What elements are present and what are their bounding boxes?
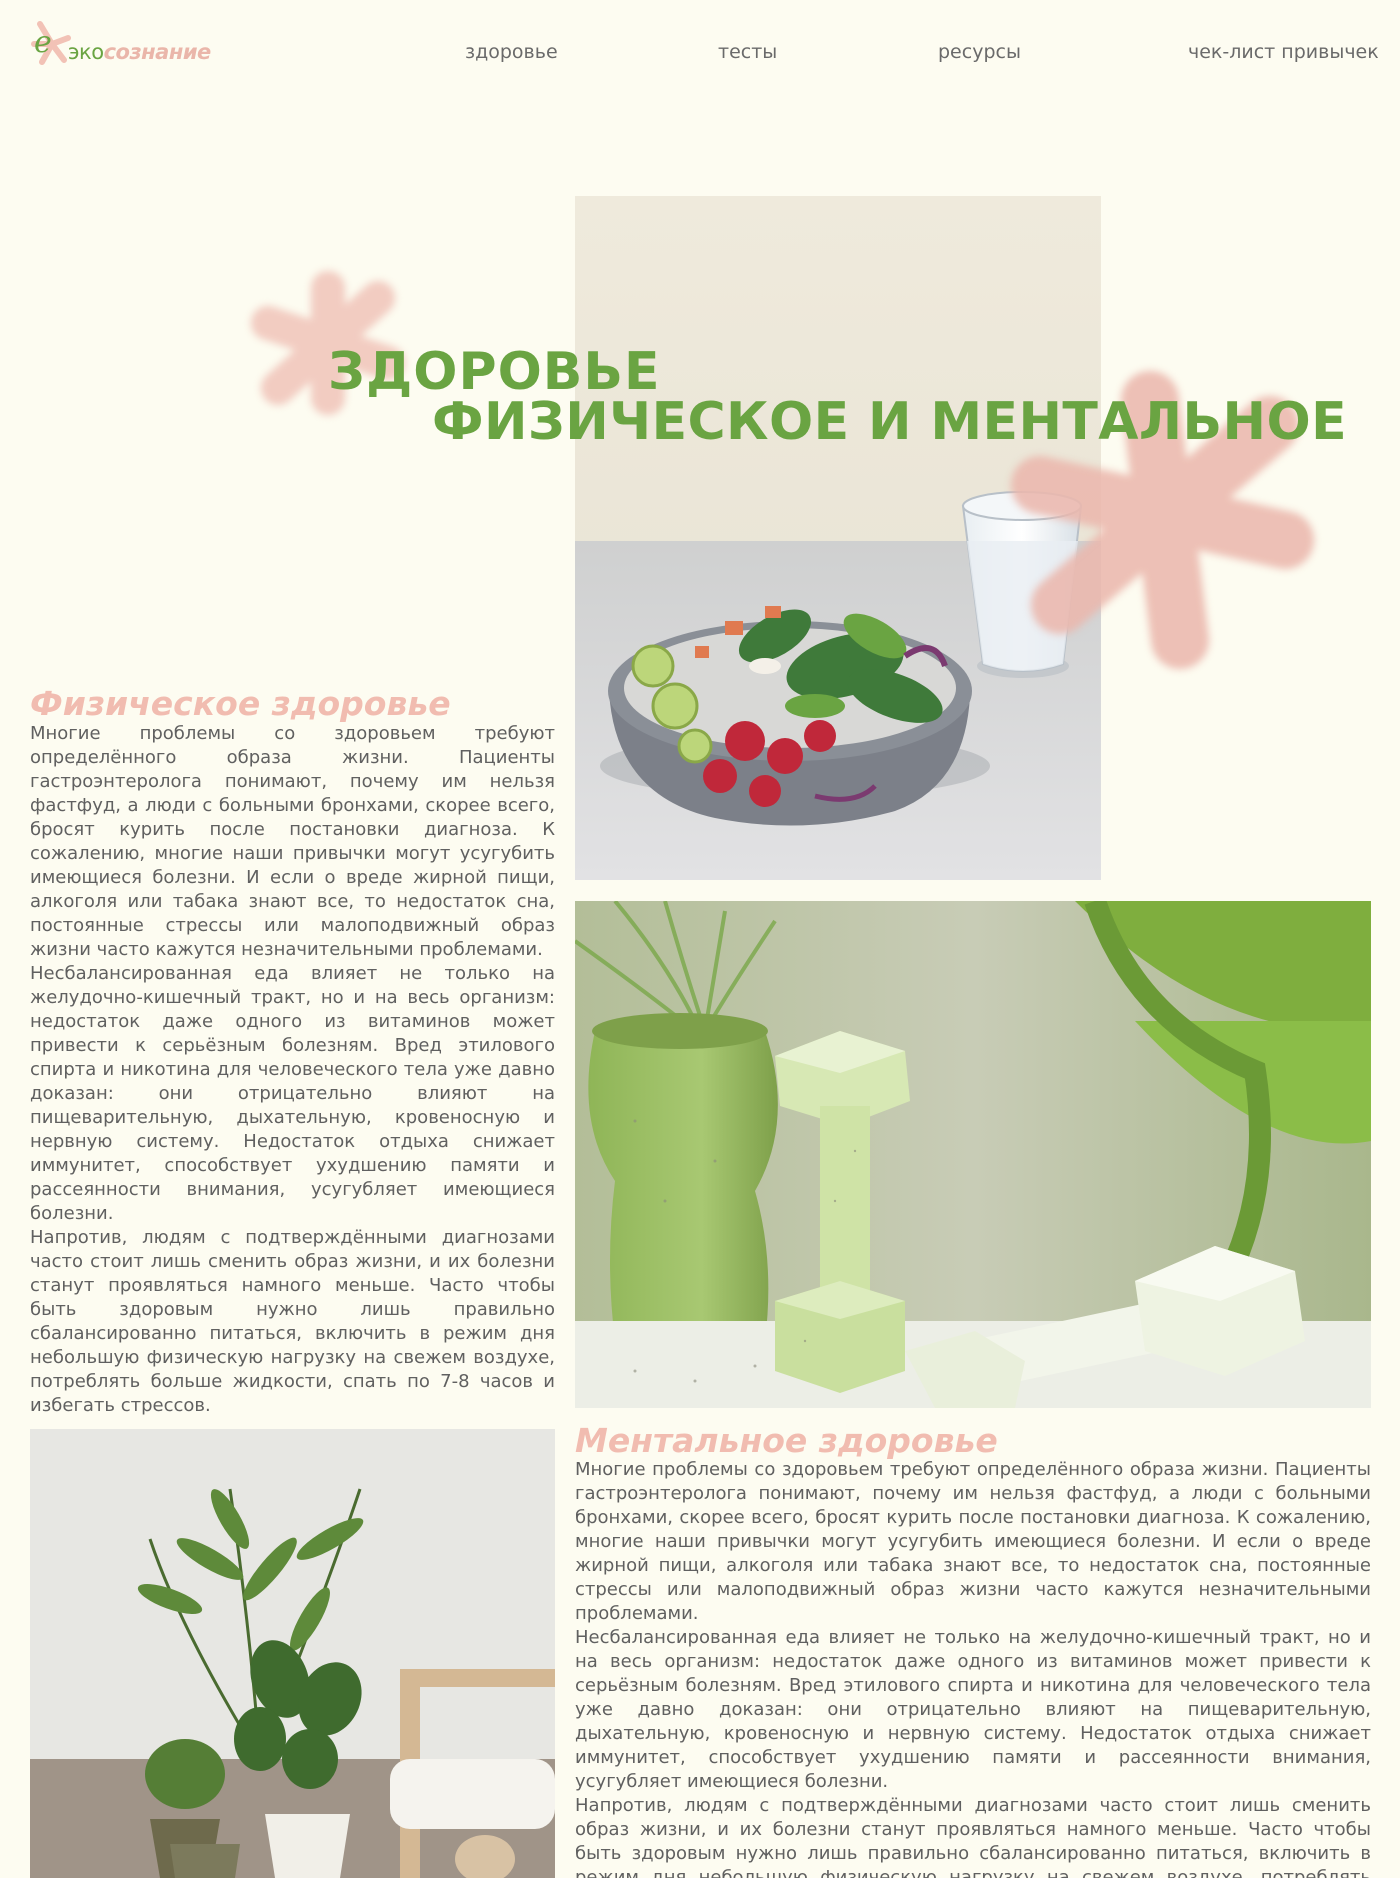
dumbbell-image: [575, 901, 1371, 1408]
mental-health-heading: Ментальное здоровье: [575, 1421, 998, 1460]
plants-image: [30, 1429, 555, 1878]
mental-health-text: Многие проблемы со здоровьем требуют опр…: [575, 1458, 1371, 1878]
header: е экосознание здоровье тесты ресурсы чек…: [0, 0, 1400, 110]
mental-paragraph: Напротив, людям с подтверждёнными диагно…: [575, 1795, 1371, 1878]
logo-consciousness-text: сознание: [103, 40, 212, 64]
physical-paragraph: Многие проблемы со здоровьем требуют опр…: [30, 723, 555, 960]
page: е экосознание здоровье тесты ресурсы чек…: [0, 0, 1400, 1878]
hero-title-line1: ЗДОРОВЬЕ: [328, 342, 661, 402]
mental-paragraph: Несбалансированная еда влияет не только …: [575, 1627, 1371, 1792]
physical-paragraph: Несбалансированная еда влияет не только …: [30, 963, 555, 1224]
logo-letter: е: [34, 25, 52, 60]
logo[interactable]: е экосознание: [30, 18, 230, 68]
physical-health-text: Многие проблемы со здоровьем требуют опр…: [30, 722, 555, 1418]
physical-health-heading: Физическое здоровье: [30, 684, 451, 723]
logo-wordmark: экосознание: [68, 40, 211, 64]
hero-title-line2: ФИЗИЧЕСКОЕ И МЕНТАЛЬНОЕ: [432, 392, 1347, 452]
logo-eco-text: эко: [68, 40, 104, 64]
mental-paragraph: Многие проблемы со здоровьем требуют опр…: [575, 1459, 1371, 1624]
nav-habits-checklist[interactable]: чек-лист привычек: [1188, 41, 1379, 63]
nav-tests[interactable]: тесты: [718, 41, 777, 63]
nav-resources[interactable]: ресурсы: [938, 41, 1021, 63]
nav-health[interactable]: здоровье: [465, 41, 558, 63]
physical-paragraph: Напротив, людям с подтверждёнными диагно…: [30, 1227, 555, 1416]
